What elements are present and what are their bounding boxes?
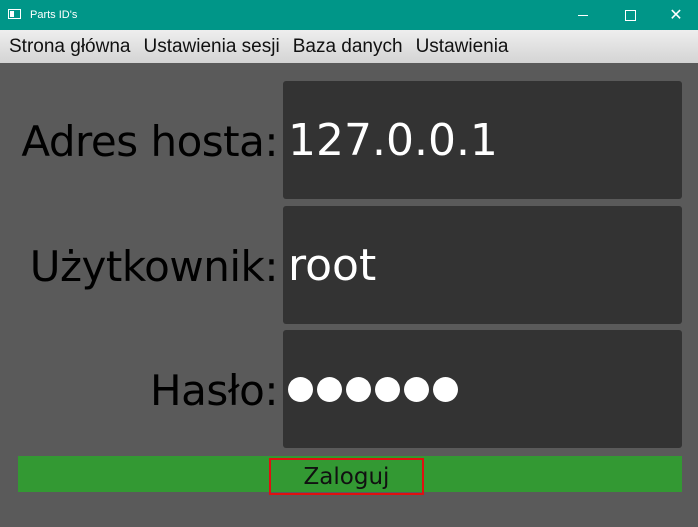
title-bar[interactable]: Parts ID's ✕: [0, 0, 698, 30]
host-input[interactable]: 127.0.0.1: [283, 81, 682, 199]
window-icon: [8, 9, 21, 19]
maximize-button[interactable]: [607, 0, 653, 30]
password-input[interactable]: [283, 330, 682, 448]
password-mask: [288, 376, 458, 402]
menu-item-session-settings[interactable]: Ustawienia sesji: [134, 36, 279, 58]
menu-bar: Strona główna Ustawienia sesji Baza dany…: [0, 30, 698, 63]
password-dot: [433, 376, 458, 402]
password-dot: [404, 376, 429, 402]
close-button[interactable]: ✕: [653, 0, 698, 30]
user-label: Użytkownik:: [29, 242, 279, 291]
menu-item-database[interactable]: Baza danych: [284, 36, 403, 58]
window-title: Parts ID's: [30, 9, 78, 21]
menu-item-settings[interactable]: Ustawienia: [407, 36, 509, 58]
user-input[interactable]: root: [283, 206, 682, 324]
menu-item-home[interactable]: Strona główna: [0, 36, 130, 58]
password-dot: [317, 376, 342, 402]
minimize-icon: [578, 14, 588, 16]
minimize-button[interactable]: [560, 0, 606, 30]
password-dot: [346, 376, 371, 402]
maximize-icon: [624, 9, 636, 21]
password-label: Hasło:: [150, 366, 278, 415]
host-label: Adres hosta:: [21, 117, 278, 166]
password-dot: [288, 376, 313, 402]
login-button-label[interactable]: Zaloguj: [269, 458, 424, 495]
close-icon: ✕: [669, 5, 683, 24]
password-dot: [375, 376, 400, 402]
